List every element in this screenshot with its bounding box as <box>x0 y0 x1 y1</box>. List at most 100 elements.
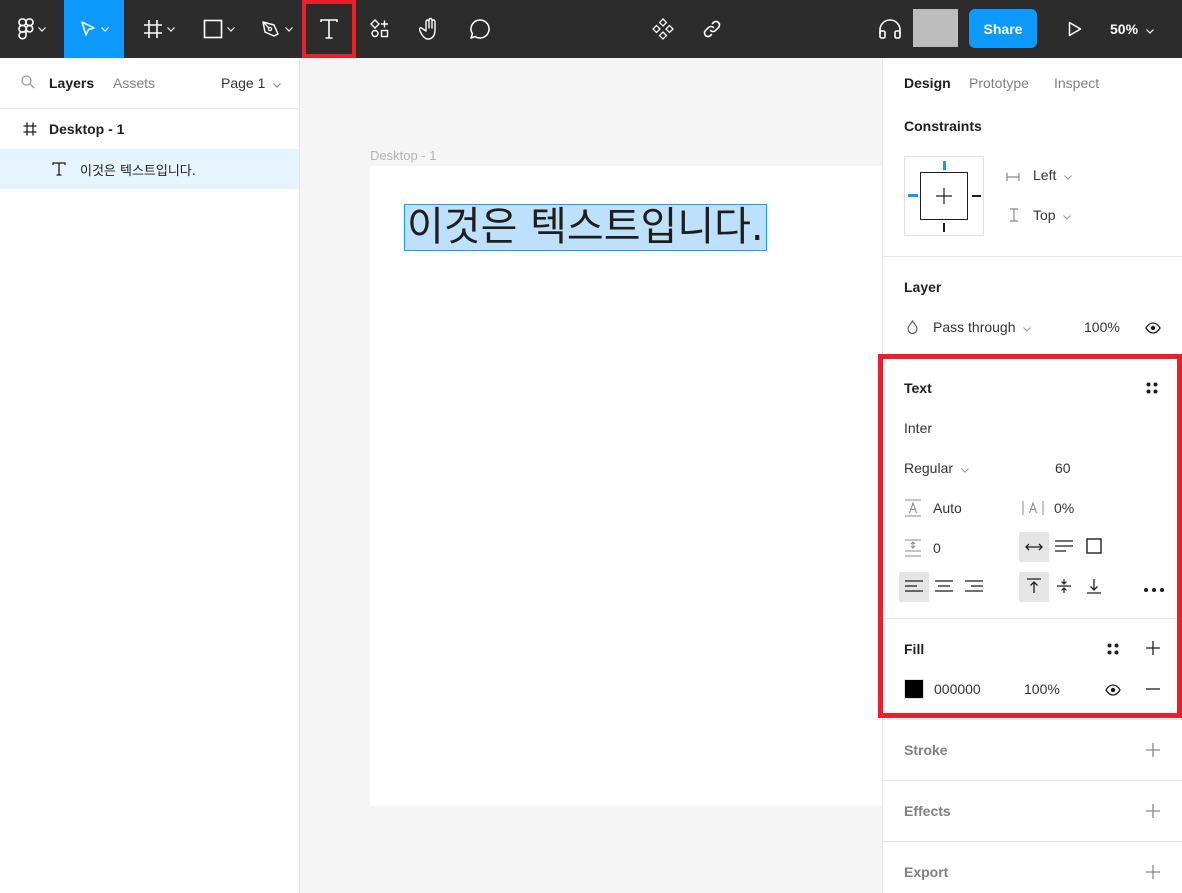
comment-bubble-icon <box>469 18 491 40</box>
add-export-plus-icon[interactable] <box>1146 865 1160 882</box>
add-effect-plus-icon[interactable] <box>1146 804 1160 821</box>
align-top-button[interactable] <box>1019 572 1049 602</box>
desktop-frame[interactable]: 이것은 텍스트입니다. <box>370 166 882 806</box>
selected-text-layer[interactable]: 이것은 텍스트입니다. <box>404 204 767 251</box>
layer-row-text[interactable]: 이것은 텍스트입니다. <box>0 149 299 189</box>
link-icon <box>702 19 722 39</box>
more-text-options-button[interactable] <box>1139 572 1169 602</box>
align-center-button[interactable] <box>929 572 959 602</box>
hand-icon <box>419 17 441 41</box>
layer-label: 이것은 텍스트입니다. <box>80 163 196 179</box>
text-tool-highlight <box>302 0 356 58</box>
eye-icon[interactable] <box>1105 683 1121 699</box>
auto-width-button[interactable] <box>1019 532 1049 562</box>
chevron-down-icon <box>285 26 293 32</box>
line-height-input[interactable]: Auto <box>933 500 962 516</box>
constraint-inner-box <box>920 172 968 220</box>
paragraph-spacing-input[interactable]: 0 <box>933 540 941 556</box>
font-size-input[interactable]: 60 <box>1055 460 1071 476</box>
fill-opacity-input[interactable]: 100% <box>1024 681 1060 697</box>
chevron-down-icon <box>101 26 109 32</box>
font-family-select[interactable]: Inter <box>904 420 932 436</box>
figma-logo-icon <box>18 18 34 40</box>
constraint-bottom[interactable] <box>943 223 945 232</box>
shape-tool-button[interactable] <box>192 0 246 58</box>
chevron-down-icon <box>167 26 175 32</box>
align-middle-button[interactable] <box>1049 572 1079 602</box>
hand-tool-button[interactable] <box>410 0 450 58</box>
align-bottom-icon <box>1086 578 1102 597</box>
text-styles-icon[interactable] <box>1146 381 1158 397</box>
present-button[interactable] <box>1058 0 1092 58</box>
eye-icon[interactable] <box>1145 321 1161 337</box>
chevron-down-icon <box>1064 167 1073 183</box>
main-menu-button[interactable] <box>0 0 64 58</box>
components-button[interactable] <box>644 0 682 58</box>
horizontal-constraint-select[interactable]: Left <box>1033 167 1073 183</box>
frame-label[interactable]: Desktop - 1 <box>370 148 436 163</box>
divider <box>883 358 1182 359</box>
layer-row-frame[interactable]: Desktop - 1 <box>0 109 299 149</box>
auto-height-button[interactable] <box>1049 532 1079 562</box>
constraint-right[interactable] <box>972 195 981 197</box>
tab-prototype[interactable]: Prototype <box>969 75 1029 91</box>
horizontal-constraint-value: Left <box>1033 167 1057 183</box>
letter-spacing-icon <box>1022 499 1044 520</box>
hash-frame-icon <box>143 19 163 39</box>
vertical-constraint-icon <box>1009 208 1019 225</box>
remove-fill-minus-icon[interactable] <box>1146 682 1160 699</box>
pen-tool-button[interactable] <box>252 0 302 58</box>
align-middle-icon <box>1056 578 1072 597</box>
audio-button[interactable] <box>872 0 908 58</box>
chevron-down-icon <box>1063 207 1072 223</box>
move-tool-button[interactable] <box>64 0 124 58</box>
tab-layers[interactable]: Layers <box>49 75 94 91</box>
align-bottom-button[interactable] <box>1079 572 1109 602</box>
avatar[interactable] <box>913 9 958 47</box>
divider <box>883 780 1182 781</box>
layers-panel-header: Layers Assets Page 1 <box>0 58 299 109</box>
font-weight-value: Regular <box>904 460 954 476</box>
page-selector[interactable]: Page 1 <box>221 75 282 91</box>
constraint-widget[interactable] <box>904 156 984 236</box>
fill-styles-icon[interactable] <box>1107 642 1119 658</box>
layer-label: Desktop - 1 <box>49 121 125 137</box>
chevron-down-icon <box>38 26 46 32</box>
effects-section-title: Effects <box>904 803 951 819</box>
letter-spacing-input[interactable]: 0% <box>1054 500 1074 516</box>
fill-section-title: Fill <box>904 641 925 657</box>
align-right-button[interactable] <box>959 572 989 602</box>
fixed-size-button[interactable] <box>1079 532 1109 562</box>
align-left-button[interactable] <box>899 572 929 602</box>
fill-color-swatch[interactable] <box>904 679 924 699</box>
headphones-icon <box>878 18 902 40</box>
constraint-left-active[interactable] <box>908 194 918 197</box>
layer-opacity-input[interactable]: 100% <box>1084 319 1120 335</box>
rectangle-icon <box>203 19 223 39</box>
tab-assets[interactable]: Assets <box>113 75 155 91</box>
add-fill-plus-icon[interactable] <box>1146 641 1160 658</box>
font-weight-select[interactable]: Regular <box>904 460 969 476</box>
canvas[interactable]: Desktop - 1 이것은 텍스트입니다. <box>300 58 882 893</box>
export-section-title: Export <box>904 864 949 880</box>
stroke-section-title: Stroke <box>904 742 948 758</box>
zoom-menu[interactable]: 50% <box>1110 0 1154 58</box>
horizontal-constraint-icon <box>1006 169 1020 185</box>
fill-hex-input[interactable]: 000000 <box>934 681 981 697</box>
play-icon <box>1068 21 1082 37</box>
square-icon <box>1086 537 1102 557</box>
tab-design[interactable]: Design <box>904 75 951 91</box>
blend-drop-icon <box>907 320 918 337</box>
search-icon[interactable] <box>21 75 35 92</box>
frame-tool-button[interactable] <box>132 0 186 58</box>
link-button[interactable] <box>694 0 730 58</box>
vertical-constraint-select[interactable]: Top <box>1033 207 1072 223</box>
add-stroke-plus-icon[interactable] <box>1146 743 1160 760</box>
layers-panel: Layers Assets Page 1 Desktop - 1 이것은 텍스트… <box>0 58 300 893</box>
resources-tool-button[interactable] <box>362 0 398 58</box>
share-button[interactable]: Share <box>969 9 1037 48</box>
constraint-top-active[interactable] <box>943 161 946 170</box>
comment-tool-button[interactable] <box>460 0 500 58</box>
tab-inspect[interactable]: Inspect <box>1054 75 1099 91</box>
blend-mode-select[interactable]: Pass through <box>933 319 1032 335</box>
